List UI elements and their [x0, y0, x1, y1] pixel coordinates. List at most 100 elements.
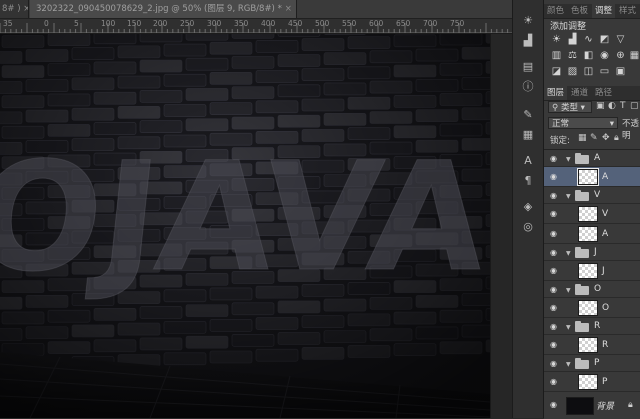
- layer-row[interactable]: ◉ O: [544, 298, 640, 318]
- layer-name: A: [602, 229, 609, 239]
- selective-color-icon[interactable]: ▣: [614, 66, 627, 78]
- close-icon[interactable]: ×: [285, 0, 292, 18]
- channel-mixer-icon[interactable]: ⊕: [614, 50, 627, 62]
- filter-shape-icon[interactable]: ▢: [630, 101, 639, 112]
- eye-icon[interactable]: ◉: [550, 230, 560, 238]
- filter-pixel-icon[interactable]: ▣: [596, 101, 605, 112]
- folder-icon: [575, 321, 589, 332]
- layer-group-row[interactable]: ◉ ▼ P: [544, 355, 640, 372]
- sun-icon[interactable]: ☀: [521, 14, 535, 28]
- layer-group-row[interactable]: ◉ ▼ O: [544, 281, 640, 298]
- eye-icon[interactable]: ◉: [550, 249, 560, 257]
- tab-channels[interactable]: 通道: [568, 86, 591, 100]
- layer-row[interactable]: ◉ P: [544, 372, 640, 392]
- eye-icon[interactable]: ◉: [550, 378, 560, 386]
- document-tab-active[interactable]: 3202322_090450078629_2.jpg @ 50% (图层 9, …: [30, 0, 297, 18]
- color-lookup-icon[interactable]: ▦: [628, 50, 640, 62]
- eye-icon[interactable]: ◉: [550, 173, 560, 181]
- right-panel-dock: 颜色 色板 调整 样式 添加调整 ☀ ▟ ∿ ◩ ▽ ▥ ⚖ ◧ ◉ ⊕ ▦ ◪…: [544, 0, 640, 419]
- ruler-label: 0: [44, 19, 49, 28]
- brush-icon[interactable]: ✎: [521, 108, 535, 122]
- gradient-map-icon[interactable]: ▭: [598, 66, 611, 78]
- eye-icon[interactable]: ◉: [550, 210, 560, 218]
- layer-name: V: [602, 209, 609, 219]
- color-balance-icon[interactable]: ⚖: [566, 50, 579, 62]
- layer-row[interactable]: ◉ A: [544, 224, 640, 244]
- black-white-icon[interactable]: ◧: [582, 50, 595, 62]
- layer-name: O: [594, 284, 602, 294]
- paragraph-icon[interactable]: ¶: [521, 174, 535, 188]
- character-icon[interactable]: A: [521, 154, 535, 168]
- layer-thumbnail: [578, 374, 598, 390]
- lock-all-icon[interactable]: 🔒︎: [614, 133, 619, 144]
- history-icon[interactable]: ▤: [521, 60, 535, 74]
- eye-icon[interactable]: ◉: [550, 267, 560, 275]
- layer-thumbnail: [578, 300, 598, 316]
- ruler-label: 35: [3, 19, 13, 28]
- tab-color[interactable]: 颜色: [544, 4, 567, 18]
- image-canvas[interactable]: OJAVA: [0, 34, 490, 418]
- layer-row[interactable]: ◉ J: [544, 261, 640, 281]
- layer-group-row[interactable]: ◉ ▼ V: [544, 187, 640, 204]
- vibrance-icon[interactable]: ▽: [614, 34, 627, 46]
- info-icon[interactable]: ⓘ: [521, 80, 535, 94]
- layer-row[interactable]: ◉ V: [544, 204, 640, 224]
- layer-group-row[interactable]: ◉ ▼ R: [544, 318, 640, 335]
- posterize-icon[interactable]: ▨: [566, 66, 579, 78]
- folder-icon: [575, 190, 589, 201]
- filter-type-icon[interactable]: T: [620, 101, 626, 112]
- layer-name: A: [594, 153, 601, 163]
- folder-icon: [575, 284, 589, 295]
- tab-styles[interactable]: 样式: [616, 4, 639, 18]
- eye-icon[interactable]: ◉: [550, 341, 560, 349]
- hue-saturation-icon[interactable]: ▥: [550, 50, 563, 62]
- tab-swatches[interactable]: 色板: [568, 4, 591, 18]
- layer-filter-select[interactable]: ⚲ 类型 ▾: [548, 101, 592, 113]
- layer-thumbnail: [578, 263, 598, 279]
- exposure-icon[interactable]: ◩: [598, 34, 611, 46]
- filter-label: 类型: [560, 103, 578, 113]
- threshold-icon[interactable]: ◫: [582, 66, 595, 78]
- eye-icon[interactable]: ◉: [550, 155, 560, 163]
- chevron-down-icon[interactable]: ▼: [566, 193, 571, 200]
- chevron-down-icon[interactable]: ▼: [566, 250, 571, 257]
- layers-icon[interactable]: ◈: [521, 200, 535, 214]
- eye-icon[interactable]: ◉: [550, 360, 560, 368]
- eye-icon[interactable]: ◉: [550, 192, 560, 200]
- folder-icon: [575, 153, 589, 164]
- eye-icon[interactable]: ◉: [550, 286, 560, 294]
- brightness-icon[interactable]: ☀: [550, 34, 563, 46]
- lock-icon: 🔒︎: [628, 400, 633, 410]
- blend-mode-select[interactable]: 正常 ▾: [548, 117, 618, 129]
- layer-group-row[interactable]: ◉ ▼ A: [544, 150, 640, 167]
- layer-group-row[interactable]: ◉ ▼ J: [544, 244, 640, 261]
- invert-icon[interactable]: ◪: [550, 66, 563, 78]
- photo-filter-icon[interactable]: ◉: [598, 50, 611, 62]
- document-tab-previous[interactable]: 8# ) ×: [0, 0, 29, 18]
- filter-adjust-icon[interactable]: ◐: [608, 101, 616, 112]
- eye-icon[interactable]: ◉: [550, 304, 560, 312]
- layer-row-selected[interactable]: ◉ A: [544, 167, 640, 187]
- chevron-down-icon[interactable]: ▼: [566, 156, 571, 163]
- eye-icon[interactable]: ◉: [550, 401, 560, 409]
- levels-icon[interactable]: ▟: [566, 34, 579, 46]
- brush-preset-icon[interactable]: ▦: [521, 128, 535, 142]
- chevron-down-icon[interactable]: ▼: [566, 287, 571, 294]
- eye-icon[interactable]: ◉: [550, 323, 560, 331]
- chevron-down-icon[interactable]: ▼: [566, 361, 571, 368]
- tab-paths[interactable]: 路径: [592, 86, 615, 100]
- histogram-icon[interactable]: ▟: [521, 34, 535, 48]
- background-layer-row[interactable]: ◉ 背景 🔒︎: [544, 392, 640, 419]
- lock-transparency-icon[interactable]: ▦: [578, 133, 587, 144]
- channels-icon[interactable]: ◎: [521, 220, 535, 234]
- tab-adjustments[interactable]: 调整: [592, 4, 616, 18]
- tab-layers[interactable]: 图层: [544, 86, 568, 100]
- chevron-down-icon[interactable]: ▼: [566, 324, 571, 331]
- curves-icon[interactable]: ∿: [582, 34, 595, 46]
- layer-row[interactable]: ◉ R: [544, 335, 640, 355]
- lock-pixels-icon[interactable]: ✎: [590, 133, 598, 144]
- ruler-label: 750: [450, 19, 465, 28]
- ruler-label: 300: [207, 19, 222, 28]
- ruler-label: 500: [315, 19, 330, 28]
- lock-position-icon[interactable]: ✥: [602, 133, 610, 144]
